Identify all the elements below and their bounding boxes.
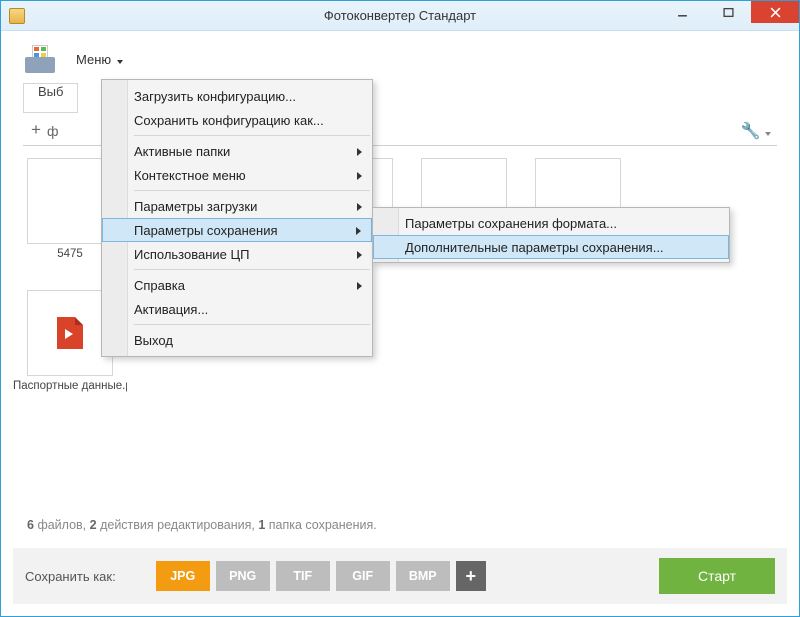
menu-separator <box>134 269 370 270</box>
caret-down-icon <box>117 52 123 67</box>
chevron-right-icon <box>357 168 362 183</box>
pdf-icon <box>57 317 83 349</box>
select-button[interactable]: Выб <box>23 83 78 113</box>
submenu-item[interactable]: Параметры сохранения формата... <box>373 211 729 235</box>
main-menu: Загрузить конфигурацию...Сохранить конфи… <box>101 79 373 357</box>
minimize-button[interactable] <box>659 1 705 23</box>
menu-item[interactable]: Использование ЦП <box>102 242 372 266</box>
plus-icon: + <box>31 120 41 140</box>
save-params-submenu: Параметры сохранения формата...Дополните… <box>372 207 730 263</box>
chevron-right-icon <box>357 199 362 214</box>
chevron-right-icon <box>357 247 362 262</box>
printer-icon <box>23 45 57 73</box>
menu-item[interactable]: Загрузить конфигурацию... <box>102 84 372 108</box>
submenu-item[interactable]: Дополнительные параметры сохранения... <box>373 235 729 259</box>
format-buttons: JPGPNGTIFGIFBMP <box>156 561 456 591</box>
format-bmp[interactable]: BMP <box>396 561 450 591</box>
menu-button-label: Меню <box>76 52 111 67</box>
chevron-right-icon <box>357 278 362 293</box>
menu-item[interactable]: Активация... <box>102 297 372 321</box>
format-gif[interactable]: GIF <box>336 561 390 591</box>
menu-item[interactable]: Параметры загрузки <box>102 194 372 218</box>
chevron-right-icon <box>357 144 362 159</box>
format-tif[interactable]: TIF <box>276 561 330 591</box>
menu-button[interactable]: Меню <box>65 46 134 72</box>
add-files-label: ф <box>47 123 59 139</box>
menu-separator <box>134 135 370 136</box>
save-as-label: Сохранить как: <box>25 569 116 584</box>
menu-item[interactable]: Параметры сохранения <box>102 218 372 242</box>
format-png[interactable]: PNG <box>216 561 270 591</box>
window-buttons <box>659 1 799 23</box>
wrench-icon[interactable]: 🔧 <box>741 121 771 141</box>
close-button[interactable] <box>751 1 799 23</box>
titlebar: Фотоконвертер Стандарт <box>1 1 799 31</box>
menu-item[interactable]: Выход <box>102 328 372 352</box>
menu-item[interactable]: Справка <box>102 273 372 297</box>
menu-item[interactable]: Сохранить конфигурацию как... <box>102 108 372 132</box>
app-icon <box>9 8 25 24</box>
menu-separator <box>134 324 370 325</box>
format-jpg[interactable]: JPG <box>156 561 210 591</box>
chevron-right-icon <box>356 223 361 238</box>
bottom-bar: Сохранить как: JPGPNGTIFGIFBMP + Старт <box>13 548 787 604</box>
add-format-button[interactable]: + <box>456 561 486 591</box>
start-button[interactable]: Старт <box>659 558 775 594</box>
menu-separator <box>134 190 370 191</box>
maximize-button[interactable] <box>705 1 751 23</box>
toolbar: Меню <box>1 31 799 81</box>
status-line: 6 файлов, 2 действия редактирования, 1 п… <box>27 518 377 532</box>
file-name: Паспортные данные.pdf <box>13 380 127 392</box>
menu-item[interactable]: Активные папки <box>102 139 372 163</box>
menu-item[interactable]: Контекстное меню <box>102 163 372 187</box>
